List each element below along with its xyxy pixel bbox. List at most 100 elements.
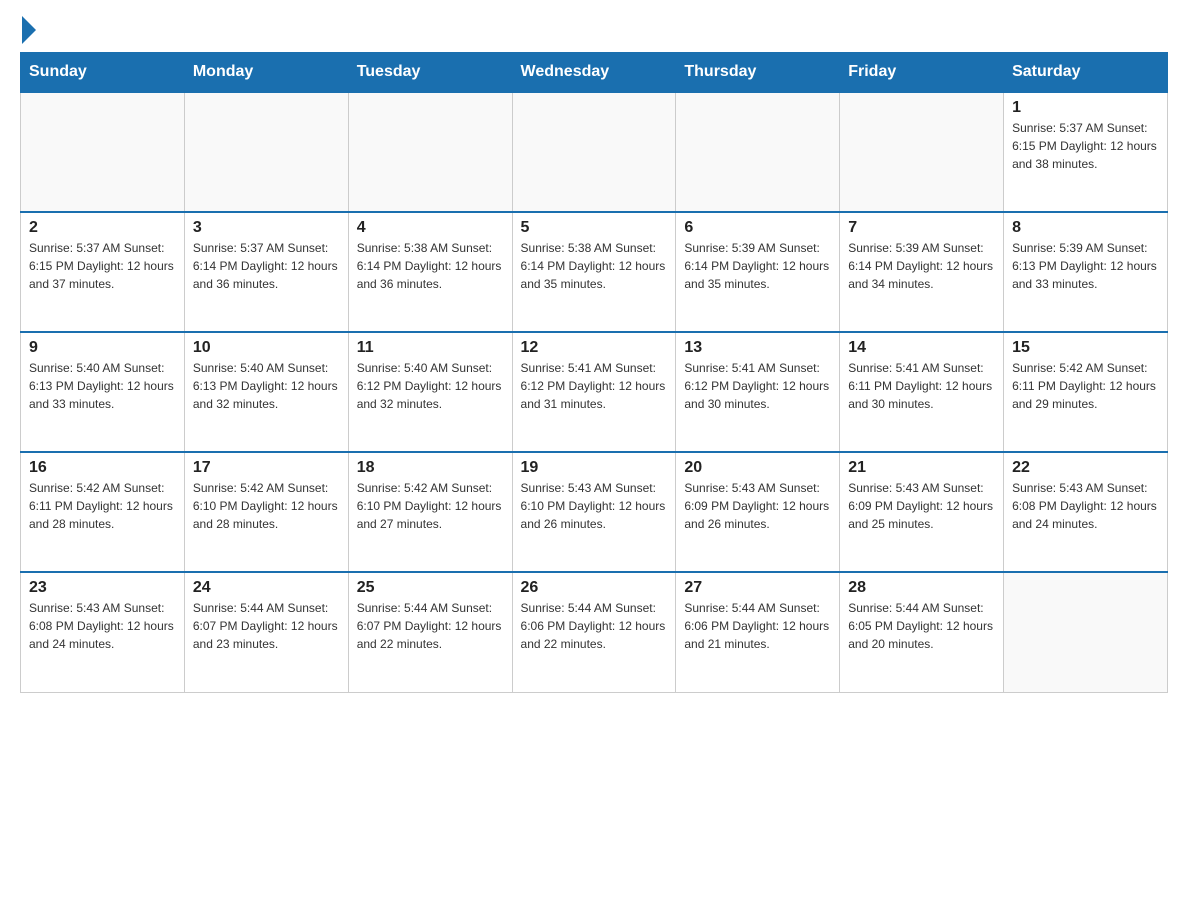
day-info: Sunrise: 5:40 AM Sunset: 6:13 PM Dayligh… xyxy=(193,359,340,413)
day-info: Sunrise: 5:37 AM Sunset: 6:14 PM Dayligh… xyxy=(193,239,340,293)
column-header-thursday: Thursday xyxy=(676,53,840,93)
day-info: Sunrise: 5:42 AM Sunset: 6:10 PM Dayligh… xyxy=(193,479,340,533)
day-number: 22 xyxy=(1012,459,1159,477)
calendar-week-row: 9 Sunrise: 5:40 AM Sunset: 6:13 PM Daylig… xyxy=(21,332,1168,452)
day-info: Sunrise: 5:37 AM Sunset: 6:15 PM Dayligh… xyxy=(1012,119,1159,173)
day-number: 20 xyxy=(684,459,831,477)
calendar-cell: 16 Sunrise: 5:42 AM Sunset: 6:11 PM Dayli… xyxy=(21,452,185,572)
column-header-sunday: Sunday xyxy=(21,53,185,93)
calendar-cell: 12 Sunrise: 5:41 AM Sunset: 6:12 PM Dayli… xyxy=(512,332,676,452)
column-header-tuesday: Tuesday xyxy=(348,53,512,93)
day-info: Sunrise: 5:38 AM Sunset: 6:14 PM Dayligh… xyxy=(521,239,668,293)
page-header xyxy=(20,20,1168,36)
calendar-cell: 8 Sunrise: 5:39 AM Sunset: 6:13 PM Daylig… xyxy=(1004,212,1168,332)
day-info: Sunrise: 5:44 AM Sunset: 6:06 PM Dayligh… xyxy=(521,599,668,653)
day-info: Sunrise: 5:44 AM Sunset: 6:07 PM Dayligh… xyxy=(193,599,340,653)
calendar-cell: 23 Sunrise: 5:43 AM Sunset: 6:08 PM Dayli… xyxy=(21,572,185,692)
logo-arrow-icon xyxy=(22,16,36,44)
day-info: Sunrise: 5:39 AM Sunset: 6:14 PM Dayligh… xyxy=(684,239,831,293)
calendar-cell: 18Sunrise: 5:42 AM Sunset: 6:10 PM Dayli… xyxy=(348,452,512,572)
day-number: 12 xyxy=(521,339,668,357)
calendar-cell: 11Sunrise: 5:40 AM Sunset: 6:12 PM Dayli… xyxy=(348,332,512,452)
day-info: Sunrise: 5:41 AM Sunset: 6:11 PM Dayligh… xyxy=(848,359,995,413)
day-number: 4 xyxy=(357,219,504,237)
day-number: 24 xyxy=(193,579,340,597)
calendar-cell xyxy=(184,92,348,212)
day-number: 26 xyxy=(521,579,668,597)
day-info: Sunrise: 5:41 AM Sunset: 6:12 PM Dayligh… xyxy=(521,359,668,413)
calendar-week-row: 23 Sunrise: 5:43 AM Sunset: 6:08 PM Dayli… xyxy=(21,572,1168,692)
calendar-cell xyxy=(840,92,1004,212)
day-number: 21 xyxy=(848,459,995,477)
day-info: Sunrise: 5:44 AM Sunset: 6:07 PM Dayligh… xyxy=(357,599,504,653)
calendar-cell xyxy=(676,92,840,212)
day-number: 15 xyxy=(1012,339,1159,357)
day-info: Sunrise: 5:43 AM Sunset: 6:08 PM Dayligh… xyxy=(29,599,176,653)
calendar-cell: 19 Sunrise: 5:43 AM Sunset: 6:10 PM Dayli… xyxy=(512,452,676,572)
day-number: 27 xyxy=(684,579,831,597)
day-info: Sunrise: 5:41 AM Sunset: 6:12 PM Dayligh… xyxy=(684,359,831,413)
day-info: Sunrise: 5:40 AM Sunset: 6:12 PM Dayligh… xyxy=(357,359,504,413)
calendar-cell: 25 Sunrise: 5:44 AM Sunset: 6:07 PM Dayli… xyxy=(348,572,512,692)
day-number: 25 xyxy=(357,579,504,597)
calendar-week-row: 1Sunrise: 5:37 AM Sunset: 6:15 PM Daylig… xyxy=(21,92,1168,212)
column-header-monday: Monday xyxy=(184,53,348,93)
day-info: Sunrise: 5:37 AM Sunset: 6:15 PM Dayligh… xyxy=(29,239,176,293)
day-info: Sunrise: 5:39 AM Sunset: 6:13 PM Dayligh… xyxy=(1012,239,1159,293)
calendar-cell xyxy=(1004,572,1168,692)
day-info: Sunrise: 5:39 AM Sunset: 6:14 PM Dayligh… xyxy=(848,239,995,293)
calendar-week-row: 16 Sunrise: 5:42 AM Sunset: 6:11 PM Dayli… xyxy=(21,452,1168,572)
calendar-cell: 17Sunrise: 5:42 AM Sunset: 6:10 PM Dayli… xyxy=(184,452,348,572)
calendar-cell: 13 Sunrise: 5:41 AM Sunset: 6:12 PM Dayli… xyxy=(676,332,840,452)
calendar-week-row: 2 Sunrise: 5:37 AM Sunset: 6:15 PM Daylig… xyxy=(21,212,1168,332)
calendar-cell xyxy=(512,92,676,212)
day-number: 9 xyxy=(29,339,176,357)
calendar-cell: 3 Sunrise: 5:37 AM Sunset: 6:14 PM Daylig… xyxy=(184,212,348,332)
day-info: Sunrise: 5:44 AM Sunset: 6:05 PM Dayligh… xyxy=(848,599,995,653)
calendar-cell: 9 Sunrise: 5:40 AM Sunset: 6:13 PM Daylig… xyxy=(21,332,185,452)
day-info: Sunrise: 5:43 AM Sunset: 6:08 PM Dayligh… xyxy=(1012,479,1159,533)
calendar-cell: 4 Sunrise: 5:38 AM Sunset: 6:14 PM Daylig… xyxy=(348,212,512,332)
calendar-cell: 24 Sunrise: 5:44 AM Sunset: 6:07 PM Dayli… xyxy=(184,572,348,692)
day-number: 8 xyxy=(1012,219,1159,237)
calendar-cell: 14 Sunrise: 5:41 AM Sunset: 6:11 PM Dayli… xyxy=(840,332,1004,452)
column-header-wednesday: Wednesday xyxy=(512,53,676,93)
calendar-cell xyxy=(21,92,185,212)
day-info: Sunrise: 5:43 AM Sunset: 6:09 PM Dayligh… xyxy=(684,479,831,533)
column-header-friday: Friday xyxy=(840,53,1004,93)
day-number: 5 xyxy=(521,219,668,237)
calendar-cell: 6 Sunrise: 5:39 AM Sunset: 6:14 PM Daylig… xyxy=(676,212,840,332)
day-number: 13 xyxy=(684,339,831,357)
calendar-cell: 7 Sunrise: 5:39 AM Sunset: 6:14 PM Daylig… xyxy=(840,212,1004,332)
calendar-cell: 5 Sunrise: 5:38 AM Sunset: 6:14 PM Daylig… xyxy=(512,212,676,332)
calendar-cell: 15 Sunrise: 5:42 AM Sunset: 6:11 PM Dayli… xyxy=(1004,332,1168,452)
calendar-cell: 2 Sunrise: 5:37 AM Sunset: 6:15 PM Daylig… xyxy=(21,212,185,332)
calendar-table: SundayMondayTuesdayWednesdayThursdayFrid… xyxy=(20,52,1168,693)
day-number: 16 xyxy=(29,459,176,477)
day-number: 18 xyxy=(357,459,504,477)
calendar-header-row: SundayMondayTuesdayWednesdayThursdayFrid… xyxy=(21,53,1168,93)
logo xyxy=(20,20,36,36)
calendar-cell: 21 Sunrise: 5:43 AM Sunset: 6:09 PM Dayli… xyxy=(840,452,1004,572)
calendar-cell: 20 Sunrise: 5:43 AM Sunset: 6:09 PM Dayli… xyxy=(676,452,840,572)
day-info: Sunrise: 5:40 AM Sunset: 6:13 PM Dayligh… xyxy=(29,359,176,413)
day-info: Sunrise: 5:44 AM Sunset: 6:06 PM Dayligh… xyxy=(684,599,831,653)
day-number: 3 xyxy=(193,219,340,237)
day-info: Sunrise: 5:43 AM Sunset: 6:09 PM Dayligh… xyxy=(848,479,995,533)
day-number: 2 xyxy=(29,219,176,237)
calendar-cell: 10 Sunrise: 5:40 AM Sunset: 6:13 PM Dayli… xyxy=(184,332,348,452)
calendar-cell: 28 Sunrise: 5:44 AM Sunset: 6:05 PM Dayli… xyxy=(840,572,1004,692)
day-number: 10 xyxy=(193,339,340,357)
day-info: Sunrise: 5:42 AM Sunset: 6:11 PM Dayligh… xyxy=(1012,359,1159,413)
day-number: 19 xyxy=(521,459,668,477)
calendar-cell xyxy=(348,92,512,212)
day-number: 14 xyxy=(848,339,995,357)
calendar-cell: 26 Sunrise: 5:44 AM Sunset: 6:06 PM Dayli… xyxy=(512,572,676,692)
day-info: Sunrise: 5:42 AM Sunset: 6:11 PM Dayligh… xyxy=(29,479,176,533)
day-info: Sunrise: 5:38 AM Sunset: 6:14 PM Dayligh… xyxy=(357,239,504,293)
day-number: 6 xyxy=(684,219,831,237)
day-info: Sunrise: 5:43 AM Sunset: 6:10 PM Dayligh… xyxy=(521,479,668,533)
day-number: 28 xyxy=(848,579,995,597)
day-number: 23 xyxy=(29,579,176,597)
day-number: 7 xyxy=(848,219,995,237)
